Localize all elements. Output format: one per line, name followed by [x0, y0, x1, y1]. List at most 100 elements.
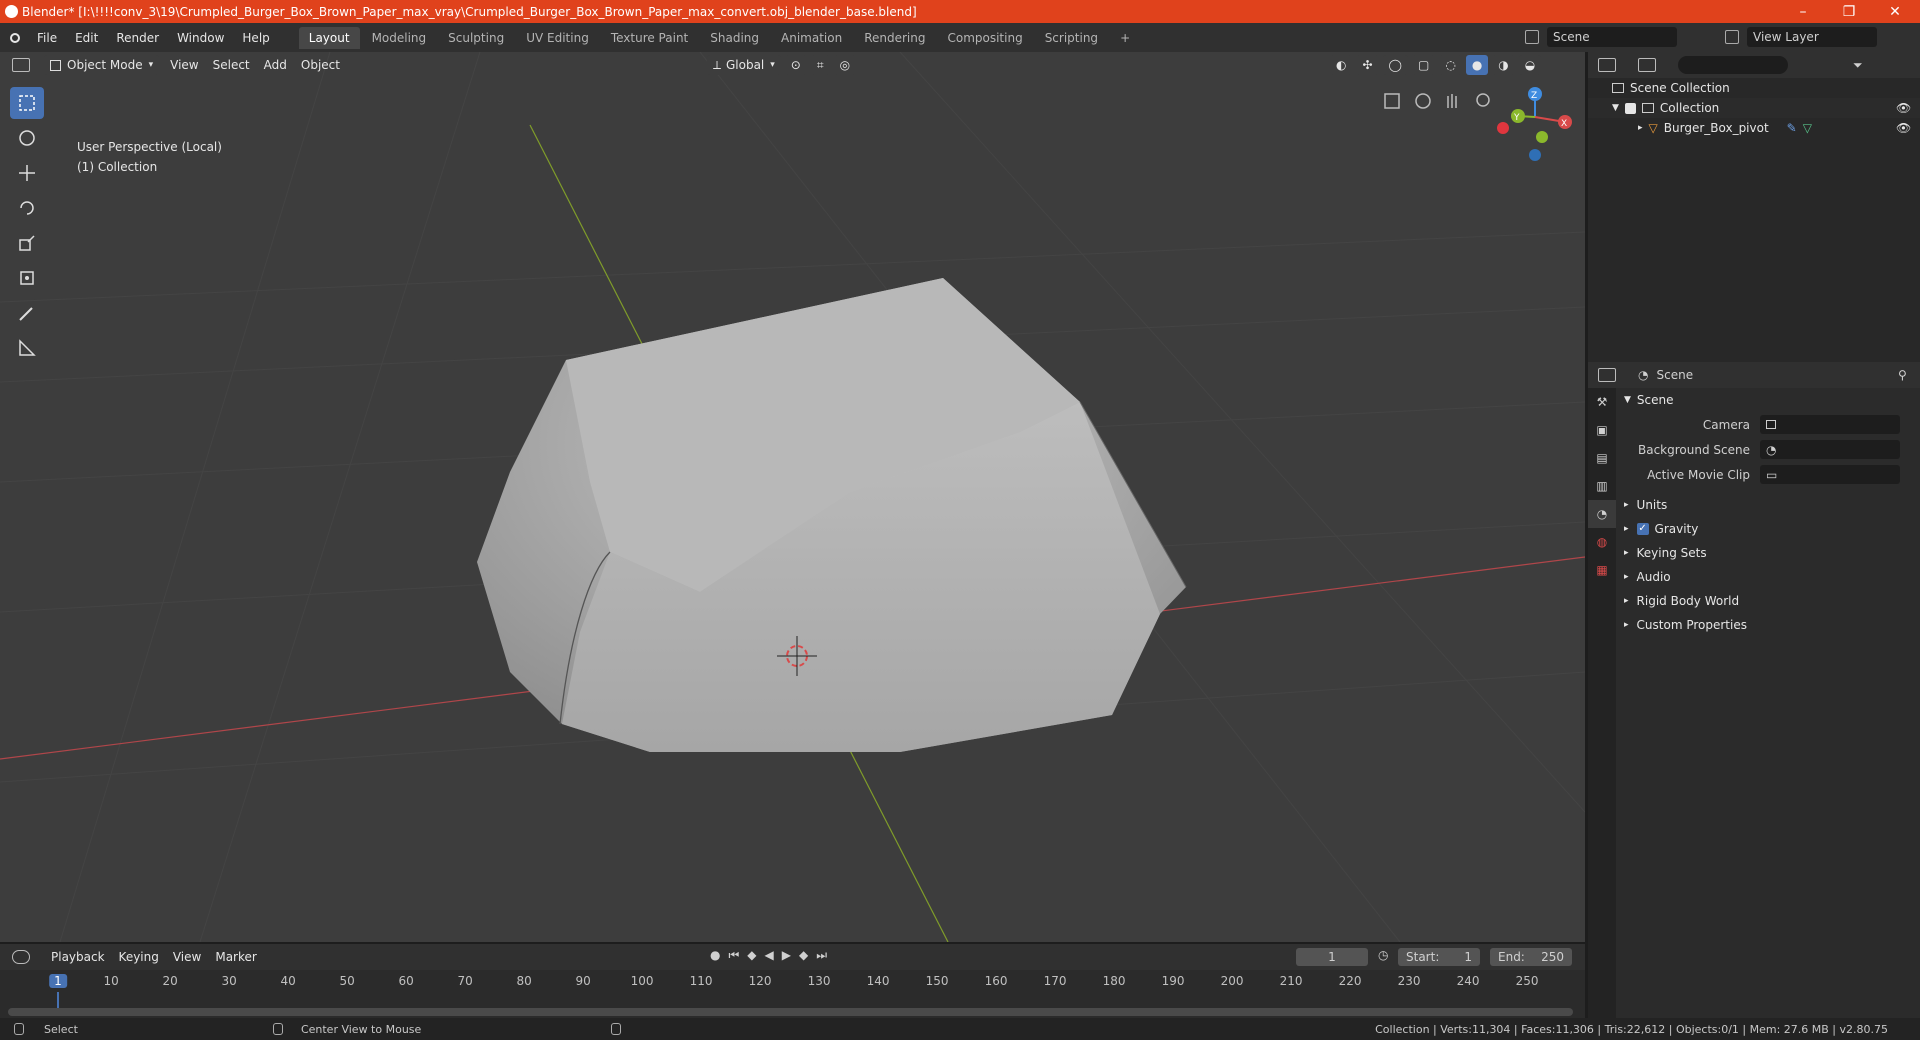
scene-panel-header[interactable]: ▼ Scene — [1616, 388, 1920, 412]
add-workspace-button[interactable]: + — [1110, 27, 1140, 49]
display-mode-icon[interactable] — [1638, 58, 1656, 72]
filter-icon[interactable]: ⏷ — [1853, 58, 1863, 73]
eye-visibility-icon[interactable]: 👁 — [1896, 101, 1911, 115]
outliner-search-input[interactable] — [1678, 56, 1788, 74]
start-frame-field[interactable]: Start: 1 — [1398, 948, 1480, 966]
tab-sculpting[interactable]: Sculpting — [438, 27, 514, 49]
tab-rendering[interactable]: Rendering — [854, 27, 935, 49]
outliner-row-collection[interactable]: ▼ Collection 👁 — [1588, 98, 1920, 118]
camera-field[interactable] — [1760, 415, 1900, 434]
measure-tool[interactable] — [10, 332, 44, 364]
tab-uv-editing[interactable]: UV Editing — [516, 27, 599, 49]
collection-checkbox[interactable] — [1624, 102, 1636, 114]
gravity-panel[interactable]: ▸ ✓ Gravity — [1616, 517, 1920, 541]
gravity-checkbox[interactable]: ✓ — [1636, 523, 1649, 535]
tab-texture-paint[interactable]: Texture Paint — [601, 27, 698, 49]
scene-name-field[interactable]: Scene — [1547, 27, 1677, 47]
rigid-body-world-panel[interactable]: ▸ Rigid Body World — [1616, 589, 1920, 613]
proportional-edit-button[interactable]: ◎ — [833, 55, 857, 75]
tab-layout[interactable]: Layout — [298, 26, 360, 49]
tab-shading[interactable]: Shading — [700, 27, 769, 49]
select-box-tool[interactable] — [10, 87, 44, 119]
expand-arrow-icon[interactable]: ▸ — [1638, 123, 1643, 133]
menu-select[interactable]: Select — [206, 58, 257, 72]
menu-playback[interactable]: Playback — [44, 950, 112, 964]
material-shading-button[interactable]: ◑ — [1492, 55, 1515, 75]
maximize-button[interactable]: ❐ — [1826, 0, 1872, 23]
navigation-gizmo[interactable]: Z X Y — [1497, 87, 1572, 161]
audio-panel[interactable]: ▸ Audio — [1616, 565, 1920, 589]
menu-timeline-view[interactable]: View — [166, 950, 208, 964]
clock-icon[interactable]: ◷ — [1378, 948, 1388, 962]
3d-viewport[interactable]: Z X Y User Perspective (Local) (1) Colle… — [0, 52, 1585, 942]
jump-end-button[interactable]: ⏭ — [816, 948, 827, 963]
output-tab[interactable]: ▤ — [1588, 444, 1616, 472]
custom-properties-panel[interactable]: ▸ Custom Properties — [1616, 613, 1920, 637]
play-reverse-button[interactable]: ◀ — [765, 948, 774, 963]
gizmo-toggle[interactable]: ✣ — [1356, 55, 1379, 75]
menu-keying[interactable]: Keying — [112, 950, 166, 964]
frame-ruler[interactable]: 1 10 20 30 40 50 60 70 80 90 100 110 120 130 140 150 160… — [0, 970, 1585, 992]
scale-tool[interactable] — [10, 227, 44, 259]
menu-marker[interactable]: Marker — [208, 950, 263, 964]
visibility-toggle[interactable]: ◐ — [1330, 55, 1353, 75]
camera-view-icon[interactable] — [1415, 93, 1431, 109]
next-keyframe-button[interactable]: ◆ — [799, 948, 808, 963]
close-button[interactable]: ✕ — [1872, 0, 1918, 23]
tab-scripting[interactable]: Scripting — [1035, 27, 1108, 49]
overlay-toggle[interactable]: ◯ — [1382, 55, 1408, 75]
menu-window[interactable]: Window — [168, 31, 233, 45]
editor-type-icon[interactable] — [12, 58, 30, 72]
tool-tab[interactable]: ⚒ — [1588, 388, 1616, 416]
scene-tab[interactable]: ◔ — [1588, 500, 1616, 528]
record-button[interactable]: ● — [710, 948, 720, 963]
timeline-scrollbar[interactable] — [8, 1008, 1573, 1016]
menu-add[interactable]: Add — [257, 58, 294, 72]
view-layer-selector[interactable]: View Layer — [1725, 27, 1905, 47]
playhead-line[interactable] — [57, 992, 59, 1008]
burger-box-mesh[interactable] — [477, 278, 1187, 752]
minimize-button[interactable]: – — [1780, 0, 1826, 23]
scene-selector[interactable]: Scene — [1525, 27, 1705, 47]
prev-keyframe-button[interactable]: ◆ — [747, 948, 756, 963]
mode-selector[interactable]: Object Mode ▾ — [44, 55, 160, 75]
jump-start-button[interactable]: ⏮ — [728, 948, 739, 963]
tab-modeling[interactable]: Modeling — [362, 27, 437, 49]
eye-visibility-icon[interactable]: 👁 — [1896, 121, 1911, 135]
pivot-point-button[interactable]: ⊙ — [784, 55, 807, 75]
grid-view-icon[interactable] — [1384, 93, 1400, 109]
xray-toggle[interactable]: ▢ — [1411, 55, 1436, 75]
current-frame-field[interactable]: 1 — [1296, 948, 1368, 966]
pin-icon[interactable]: ⚲ — [1898, 368, 1907, 382]
outliner-row-object[interactable]: ▸ ▽ Burger_Box_pivot ✎ ▽ 👁 — [1588, 118, 1920, 138]
cursor-tool[interactable] — [10, 122, 44, 154]
menu-help[interactable]: Help — [233, 31, 278, 45]
rendered-shading-button[interactable]: ◒ — [1518, 55, 1542, 75]
timeline-editor-icon[interactable] — [12, 950, 30, 964]
outliner-row-scene-collection[interactable]: Scene Collection — [1588, 78, 1920, 98]
mesh-data-icon[interactable]: ▽ — [1803, 121, 1812, 135]
play-button[interactable]: ▶ — [782, 948, 791, 963]
active-movie-clip-field[interactable]: ▭ — [1760, 465, 1900, 484]
world-tab[interactable]: ◍ — [1588, 528, 1616, 556]
annotate-tool[interactable] — [10, 297, 44, 329]
properties-editor-icon[interactable] — [1598, 368, 1616, 382]
solid-shading-button[interactable]: ● — [1465, 55, 1489, 75]
blender-menu-icon[interactable] — [10, 32, 20, 43]
view-layer-field[interactable]: View Layer — [1747, 27, 1877, 47]
rotate-tool[interactable] — [10, 192, 44, 224]
outliner-editor-icon[interactable] — [1598, 58, 1616, 72]
end-frame-field[interactable]: End: 250 — [1490, 948, 1572, 966]
texture-tab[interactable]: ▦ — [1588, 556, 1616, 584]
modifier-wrench-icon[interactable]: ✎ — [1787, 121, 1797, 135]
snap-toggle-button[interactable]: ⌗ — [810, 55, 830, 75]
menu-file[interactable]: File — [28, 31, 66, 45]
transform-orientation-selector[interactable]: ⟂ Global ▾ — [706, 55, 781, 75]
transform-tool[interactable] — [10, 262, 44, 294]
keying-sets-panel[interactable]: ▸ Keying Sets — [1616, 541, 1920, 565]
menu-view[interactable]: View — [163, 58, 205, 72]
tab-compositing[interactable]: Compositing — [937, 27, 1032, 49]
units-panel[interactable]: ▸ Units — [1616, 493, 1920, 517]
pan-hand-icon[interactable] — [1447, 94, 1457, 108]
wireframe-shading-button[interactable]: ◌ — [1439, 55, 1462, 75]
